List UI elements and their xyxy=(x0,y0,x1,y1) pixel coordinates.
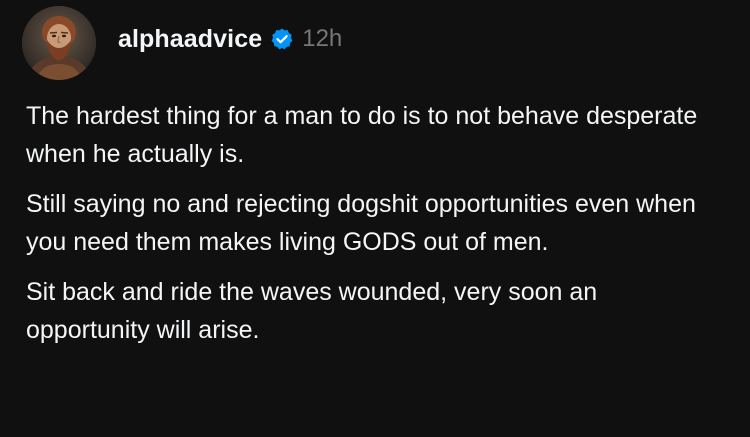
post-meta: alphaadvice 12h xyxy=(118,25,342,54)
post-paragraph: Sit back and ride the waves wounded, ver… xyxy=(26,278,598,344)
post-header: alphaadvice 12h xyxy=(22,6,342,80)
post-body: The hardest thing for a man to do is to … xyxy=(26,97,726,361)
avatar[interactable] xyxy=(22,6,96,80)
username-link[interactable]: alphaadvice xyxy=(118,25,262,54)
verified-badge-icon xyxy=(270,27,294,51)
post-paragraph: Still saying no and rejecting dogshit op… xyxy=(26,190,696,256)
post: alphaadvice 12h The hardest thing for a … xyxy=(0,0,750,437)
bearded-man-avatar-icon xyxy=(22,6,96,80)
post-paragraph: The hardest thing for a man to do is to … xyxy=(26,102,698,168)
post-timestamp[interactable]: 12h xyxy=(302,25,342,53)
